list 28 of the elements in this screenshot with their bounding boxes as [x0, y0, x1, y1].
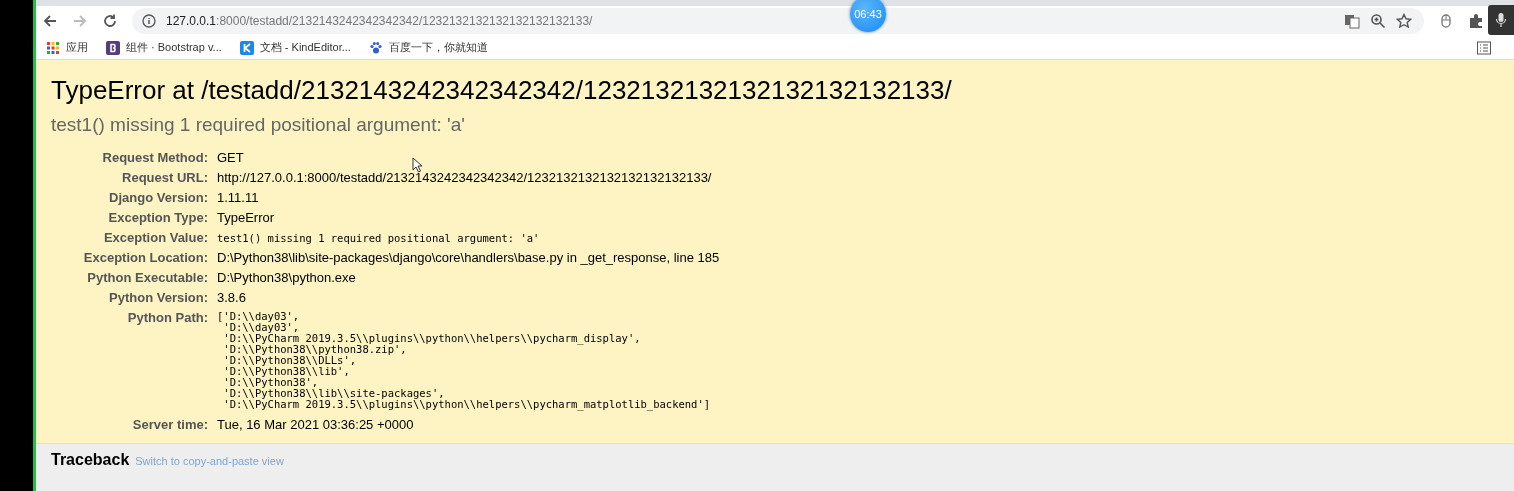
field-label: Exception Value: [102, 229, 208, 247]
field-value: D:\Python38\python.exe [217, 269, 356, 287]
field-label: Django Version: [108, 189, 208, 207]
field-value: 1.11.11 [217, 189, 259, 207]
field-label: Exception Location: [82, 249, 208, 267]
field-label: Python Path: [126, 309, 208, 327]
field-label: Request URL: [121, 169, 208, 187]
bookmark[interactable]: 百度一下，你就知道 [368, 40, 488, 55]
field-value: GET [217, 149, 244, 167]
field-label: Request Method: [101, 149, 208, 167]
field-value: D:\Python38\lib\site-packages\django\core\handlers\base.py in _get_response, line 185 [217, 249, 720, 267]
bookmark[interactable]: 文档 - KindEditor... [239, 40, 351, 55]
bookmark[interactable]: 应用 [46, 40, 88, 55]
url-text: 127.0.0.1:8000/testadd/2132143242342342342/1232132132132132132132133/ [166, 14, 593, 28]
field-label: Exception Type: [107, 209, 208, 227]
error-message: test1() missing 1 required positional argument: 'a' [51, 113, 466, 137]
field-value: Tue, 16 Mar 2021 03:36:25 +0000 [217, 416, 414, 434]
error-title: TypeError at /testadd/2132143242342342342/1232132132132132132132133/ [51, 74, 953, 106]
section-heading: Traceback [51, 451, 130, 469]
field-value: 3.8.6 [217, 289, 246, 307]
bookmark[interactable]: 组件 · Bootstrap v... [106, 40, 222, 55]
field-label: Python Executable: [86, 269, 208, 287]
field-value: http://127.0.0.1:8000/testadd/2132143242342342342/1232132132132132132132133/ [217, 169, 712, 187]
field-label: Server time: [131, 416, 208, 434]
field-label: Python Version: [108, 289, 208, 307]
field-value: ['D:\\day03', 'D:\\day03', 'D:\\PyCharm 2019.3.5\\plugins\\python\\helpers\\pycharm_display', 'D:\\Python38\\python38.zip', 'D:\\Python38\\DLLs', 'D:\\Python38\\lib', 'D:\\Python38', 'D:\\Python38\\lib\\site-packages', 'D:\\PyCharm 2019.3.5\\plugins\\python\\helpers\\pycharm_matplotlib_backend'] [217, 309, 711, 413]
field-value: test1() missing 1 required positional argument: 'a' [217, 231, 540, 246]
field-value: TypeError [217, 209, 275, 227]
